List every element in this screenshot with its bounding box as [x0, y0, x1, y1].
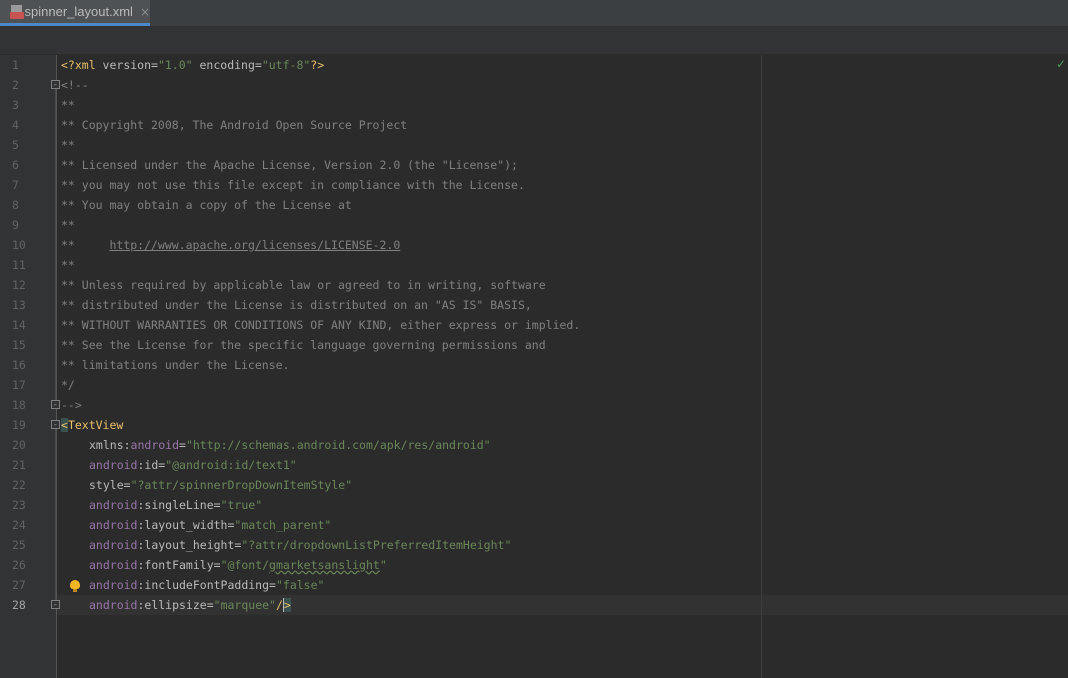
- tab-spinner-layout[interactable]: spinner_layout.xml ×: [0, 0, 150, 26]
- fold-collapse-icon[interactable]: -: [51, 420, 60, 429]
- code-line-4: ** Copyright 2008, The Android Open Sour…: [61, 118, 408, 132]
- line-number: 22: [12, 478, 26, 492]
- line-number: 28: [12, 598, 26, 612]
- line-number: 13: [12, 298, 26, 312]
- code-line-8: ** You may obtain a copy of the License …: [61, 198, 352, 212]
- code-line-7: ** you may not use this file except in c…: [61, 178, 525, 192]
- line-number: 2: [12, 78, 19, 92]
- line-number: 27: [12, 578, 26, 592]
- code-line-27: android:includeFontPadding="false": [89, 578, 325, 592]
- code-line-11: **: [61, 258, 75, 272]
- code-line-2: <!--: [61, 78, 89, 92]
- line-number: 1: [12, 58, 19, 72]
- fold-end-icon[interactable]: -: [51, 400, 60, 409]
- line-number: 15: [12, 338, 26, 352]
- code-line-1: <?xml version="1.0" encoding="utf-8"?>: [61, 58, 325, 72]
- code-line-16: ** limitations under the License.: [61, 358, 290, 372]
- code-line-28: android:ellipsize="marquee"/>: [89, 598, 291, 612]
- code-line-20: xmlns:android="http://schemas.android.co…: [89, 438, 491, 452]
- code-line-10: ** http://www.apache.org/licenses/LICENS…: [61, 238, 401, 252]
- checkmark-icon[interactable]: ✓: [1056, 57, 1066, 71]
- code-line-24: android:layout_width="match_parent": [89, 518, 332, 532]
- fold-guide-textview: [55, 429, 56, 600]
- typo-squiggle: gmarketsanslight: [269, 558, 380, 572]
- code-line-26: android:fontFamily="@font/gmarketsanslig…: [89, 558, 387, 572]
- code-line-3: **: [61, 98, 75, 112]
- line-number: 12: [12, 278, 26, 292]
- line-number: 6: [12, 158, 19, 172]
- line-number: 10: [12, 238, 26, 252]
- line-number: 4: [12, 118, 19, 132]
- code-line-14: ** WITHOUT WARRANTIES OR CONDITIONS OF A…: [61, 318, 581, 332]
- fold-collapse-icon[interactable]: -: [51, 80, 60, 89]
- line-number: 23: [12, 498, 26, 512]
- line-number: 16: [12, 358, 26, 372]
- line-number: 19: [12, 418, 26, 432]
- line-number: 24: [12, 518, 26, 532]
- code-line-19: <TextView: [61, 418, 124, 432]
- line-number: 17: [12, 378, 26, 392]
- code-line-5: **: [61, 138, 75, 152]
- code-line-21: android:id="@android:id/text1": [89, 458, 297, 472]
- lightbulb-icon[interactable]: [70, 580, 80, 592]
- code-line-13: ** distributed under the License is dist…: [61, 298, 532, 312]
- editor-tab-bar: spinner_layout.xml ×: [0, 0, 1068, 27]
- line-number: 5: [12, 138, 19, 152]
- line-number: 11: [12, 258, 26, 272]
- line-number: 21: [12, 458, 26, 472]
- code-line-25: android:layout_height="?attr/dropdownLis…: [89, 538, 512, 552]
- code-line-23: android:singleLine="true": [89, 498, 263, 512]
- code-line-17: */: [61, 378, 75, 392]
- line-number: 26: [12, 558, 26, 572]
- xml-file-icon: [10, 4, 24, 19]
- line-number: 14: [12, 318, 26, 332]
- code-line-22: style="?attr/spinnerDropDownItemStyle": [89, 478, 353, 492]
- line-number: 9: [12, 218, 19, 232]
- license-link[interactable]: http://www.apache.org/licenses/LICENSE-2…: [109, 238, 400, 252]
- line-number: 20: [12, 438, 26, 452]
- tab-title: spinner_layout.xml: [24, 4, 133, 19]
- code-line-18: -->: [61, 398, 82, 412]
- line-number: 3: [12, 98, 19, 112]
- code-line-15: ** See the License for the specific lang…: [61, 338, 546, 352]
- breadcrumb-toolbar: [0, 27, 1068, 55]
- line-number: 8: [12, 198, 19, 212]
- code-line-9: **: [61, 218, 75, 232]
- line-number: 7: [12, 178, 19, 192]
- fold-guide-comment: [55, 89, 56, 400]
- right-margin-guide: [761, 55, 762, 678]
- fold-end-icon[interactable]: -: [51, 600, 60, 609]
- code-line-12: ** Unless required by applicable law or …: [61, 278, 546, 292]
- line-number: 25: [12, 538, 26, 552]
- code-line-6: ** Licensed under the Apache License, Ve…: [61, 158, 518, 172]
- close-icon[interactable]: ×: [140, 5, 150, 19]
- line-number: 18: [12, 398, 26, 412]
